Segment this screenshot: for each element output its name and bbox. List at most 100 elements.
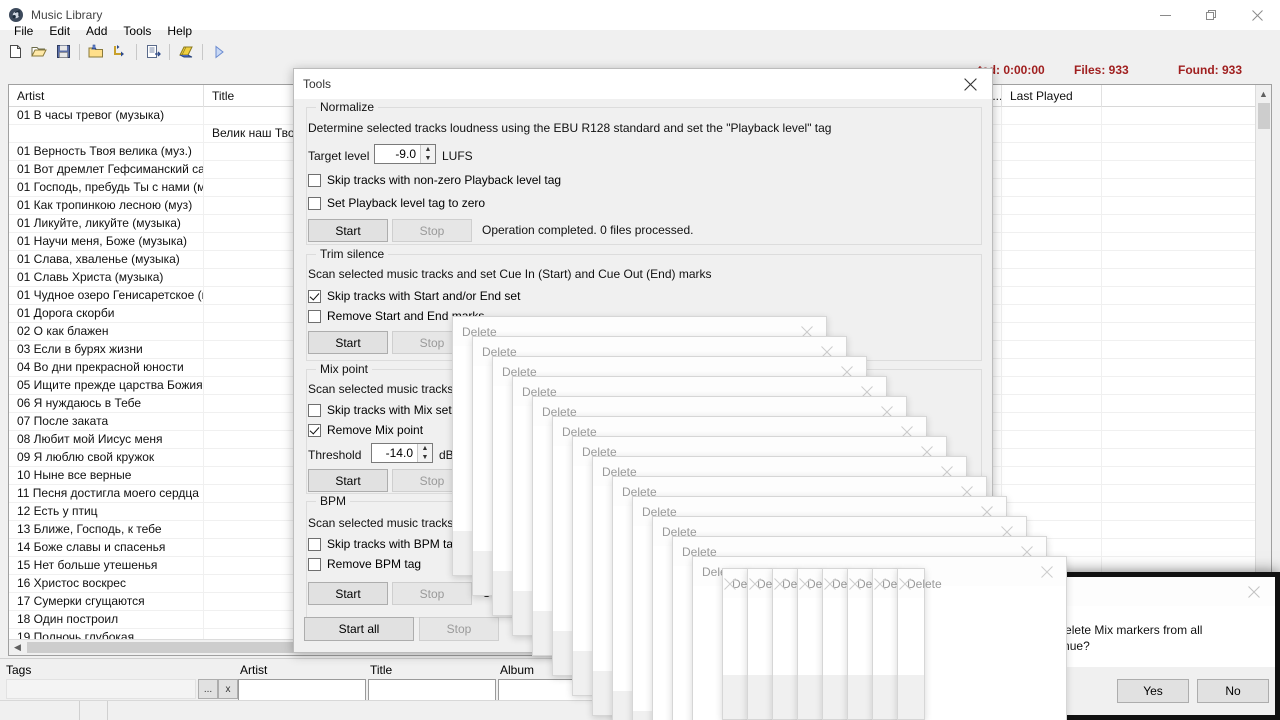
menu-item-file[interactable]: File: [6, 22, 41, 40]
table-cell: [1002, 179, 1102, 196]
table-cell: [1002, 485, 1102, 502]
table-cell: [1002, 107, 1102, 124]
tags-title-label: Title: [370, 663, 393, 677]
column-header-artist[interactable]: Artist: [9, 85, 204, 107]
checkbox-box[interactable]: [308, 309, 321, 323]
threshold-value[interactable]: -14.0: [372, 446, 417, 460]
normalize-checkbox-zero[interactable]: Set Playback level tag to zero: [308, 196, 485, 210]
toolbar-separator: [169, 43, 170, 60]
checkbox-box[interactable]: [308, 537, 321, 551]
stepper-up-icon[interactable]: ▲: [421, 145, 435, 154]
add-folder-icon[interactable]: [85, 42, 107, 62]
tags-list-box[interactable]: [6, 679, 196, 699]
scroll-left-icon[interactable]: ◀: [9, 640, 26, 655]
tags-artist-label: Artist: [240, 663, 268, 677]
table-cell: 14 Боже славы и спасенья: [9, 539, 204, 556]
start-all-button[interactable]: Start all: [304, 617, 414, 641]
toolbar-separator: [79, 43, 80, 60]
checkbox-box[interactable]: [308, 289, 321, 303]
menu-item-tools[interactable]: Tools: [115, 22, 159, 40]
open-folder-icon[interactable]: [28, 42, 50, 62]
target-level-unit: LUFS: [442, 149, 473, 163]
table-cell: [9, 125, 204, 142]
toolbar-separator: [136, 43, 137, 60]
no-button[interactable]: No: [1197, 679, 1269, 703]
checkbox-box[interactable]: [308, 403, 321, 417]
delete-dialog-body: [798, 598, 824, 675]
delete-dialog[interactable]: Delete: [897, 568, 942, 720]
table-cell: 11 Песня достигла моего сердца: [9, 485, 204, 502]
add-files-icon[interactable]: [109, 42, 131, 62]
trim-checkbox-skip[interactable]: Skip tracks with Start and/or End set: [308, 289, 520, 303]
delete-dialog-body: [873, 598, 899, 675]
table-cell: 10 Ныне все верные: [9, 467, 204, 484]
normalize-start-button[interactable]: Start: [308, 219, 388, 242]
book-icon[interactable]: [175, 42, 197, 62]
stepper-arrows[interactable]: ▲ ▼: [417, 444, 432, 462]
stepper-up-icon[interactable]: ▲: [418, 444, 432, 453]
checkbox-box[interactable]: [308, 557, 321, 571]
mix-checkbox-remove[interactable]: Remove Mix point: [308, 423, 423, 437]
yes-button[interactable]: Yes: [1117, 679, 1189, 703]
menu-item-help[interactable]: Help: [159, 22, 200, 40]
vertical-scroll-thumb[interactable]: [1258, 103, 1270, 129]
close-icon[interactable]: [948, 69, 992, 99]
trim-start-button[interactable]: Start: [308, 331, 388, 354]
target-level-stepper[interactable]: -9.0 ▲ ▼: [374, 144, 436, 164]
delete-dialog-footer: [798, 675, 824, 719]
stepper-arrows[interactable]: ▲ ▼: [420, 145, 435, 163]
tags-clear-button[interactable]: x: [218, 679, 238, 699]
threshold-label: Threshold: [308, 448, 362, 462]
checkbox-label: Skip tracks with Start and/or End set: [327, 289, 521, 303]
threshold-stepper[interactable]: -14.0 ▲ ▼: [371, 443, 433, 463]
table-cell: [1002, 395, 1102, 412]
delete-dialog-footer: [848, 675, 874, 719]
close-icon[interactable]: [890, 569, 920, 598]
toolbar-separator: [202, 43, 203, 60]
target-level-value[interactable]: -9.0: [375, 147, 420, 161]
table-cell: 17 Сумерки сгущаются: [9, 593, 204, 610]
mix-start-button[interactable]: Start: [308, 469, 388, 492]
close-icon[interactable]: [1032, 557, 1062, 586]
normalize-status-message: Operation completed. 0 files processed.: [482, 223, 694, 237]
artist-field[interactable]: [238, 679, 366, 701]
bpm-start-button[interactable]: Start: [308, 582, 388, 605]
delete-dialog-body: [748, 598, 774, 675]
column-header-lastplayed[interactable]: Last Played: [1002, 85, 1102, 107]
checkbox-box[interactable]: [308, 173, 321, 187]
vertical-scrollbar[interactable]: ▲: [1255, 85, 1271, 639]
menu-item-add[interactable]: Add: [78, 22, 115, 40]
stepper-down-icon[interactable]: ▼: [421, 154, 435, 163]
mix-checkbox-skip[interactable]: Skip tracks with Mix set: [308, 403, 452, 417]
checkbox-label: Skip tracks with non-zero Playback level…: [327, 173, 562, 187]
checkbox-box[interactable]: [308, 196, 321, 210]
stepper-down-icon[interactable]: ▼: [418, 453, 432, 462]
normalize-checkbox-skip[interactable]: Skip tracks with non-zero Playback level…: [308, 173, 561, 187]
table-cell: 15 Нет больше утешенья: [9, 557, 204, 574]
bpm-legend: BPM: [316, 494, 351, 508]
tags-browse-button[interactable]: ...: [198, 679, 218, 699]
horizontal-scroll-thumb[interactable]: [27, 642, 297, 653]
normalize-stop-button: Stop: [392, 219, 472, 242]
table-cell: 12 Есть у птиц: [9, 503, 204, 520]
save-icon[interactable]: [52, 42, 74, 62]
table-cell: 01 Господь, пребудь Ты с нами (муз): [9, 179, 204, 196]
title-field[interactable]: [368, 679, 496, 701]
menubar: File Edit Add Tools Help: [0, 21, 1280, 41]
menu-item-edit[interactable]: Edit: [41, 22, 78, 40]
status-cell-1: [0, 701, 80, 720]
bpm-checkbox-remove[interactable]: Remove BPM tag: [308, 557, 421, 571]
play-icon[interactable]: [208, 42, 230, 62]
checkbox-box[interactable]: [308, 423, 321, 437]
export-icon[interactable]: [142, 42, 164, 62]
close-icon[interactable]: [1241, 577, 1267, 606]
new-file-icon[interactable]: [4, 42, 26, 62]
table-cell: 04 Во дни прекрасной юности: [9, 359, 204, 376]
scroll-up-icon[interactable]: ▲: [1256, 85, 1271, 102]
delete-dialog-body: [773, 598, 799, 675]
table-cell: [1002, 413, 1102, 430]
table-cell: 16 Христос воскрес: [9, 575, 204, 592]
normalize-legend: Normalize: [316, 100, 379, 114]
bpm-stop-button: Stop: [392, 582, 472, 605]
delete-dialog-body: [823, 598, 849, 675]
